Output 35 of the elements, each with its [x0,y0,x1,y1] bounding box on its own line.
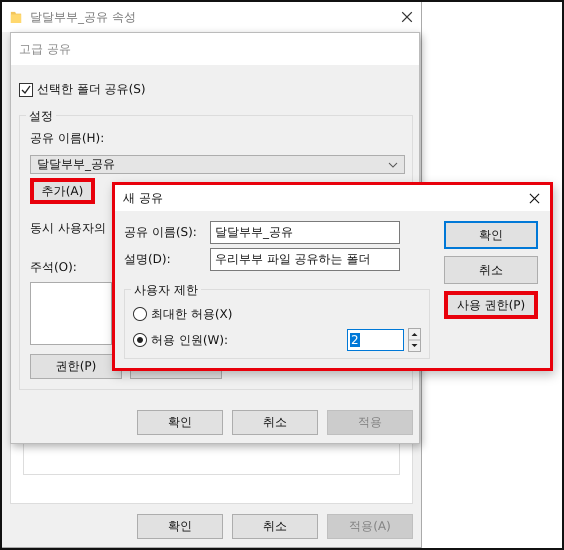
description-field[interactable]: 우리부부 파일 공유하는 폴더 [210,248,400,271]
close-icon[interactable] [401,11,413,23]
permissions-button[interactable]: 권한(P) [30,354,122,379]
field-label: 주석(O): [30,259,77,276]
dialog-title: 새 공유 [123,190,163,206]
comments-field[interactable] [30,282,112,345]
dialog-button[interactable]: 확인 [137,410,223,435]
radio-button[interactable] [133,333,147,347]
radio-label: 최대한 허용(X) [151,306,232,322]
dialog-button[interactable]: 취소 [444,256,538,284]
radio-button[interactable] [133,307,147,321]
user-count-spinbox[interactable]: 2 [347,329,404,351]
checkbox[interactable] [19,82,33,96]
group-label: 사용자 제한 [131,282,201,299]
dialog-button[interactable]: 취소 [232,514,318,539]
folder-icon [10,10,22,24]
dialog-title: 고급 공유 [19,40,71,58]
spin-arrows-icon[interactable] [408,328,421,352]
dialog-button[interactable]: 확인 [444,221,538,249]
window-title: 달달부부_공유 속성 [30,8,137,26]
field-label: 설명(D): [124,251,172,268]
dialog-button[interactable]: 확인 [137,514,223,539]
share-name-field[interactable]: 달달부부_공유 [210,221,400,244]
chevron-icon [388,162,398,168]
dialog-button[interactable]: 사용 권한(P) [444,291,538,319]
radio-label: 허용 인원(W): [151,332,228,348]
field-label: 공유 이름(S): [124,224,198,241]
close-icon[interactable] [529,192,540,204]
field-label: 공유 이름(H): [30,130,104,147]
group-label: 설정 [26,108,56,125]
dialog-button[interactable]: 취소 [232,410,318,435]
checkbox-label: 선택한 폴더 공유(S) [37,81,146,98]
field-label: 동시 사용자의 [30,220,106,238]
share-name-dropdown[interactable]: 달달부부_공유 [30,155,405,174]
add-button[interactable]: 추가(A) [30,178,95,204]
